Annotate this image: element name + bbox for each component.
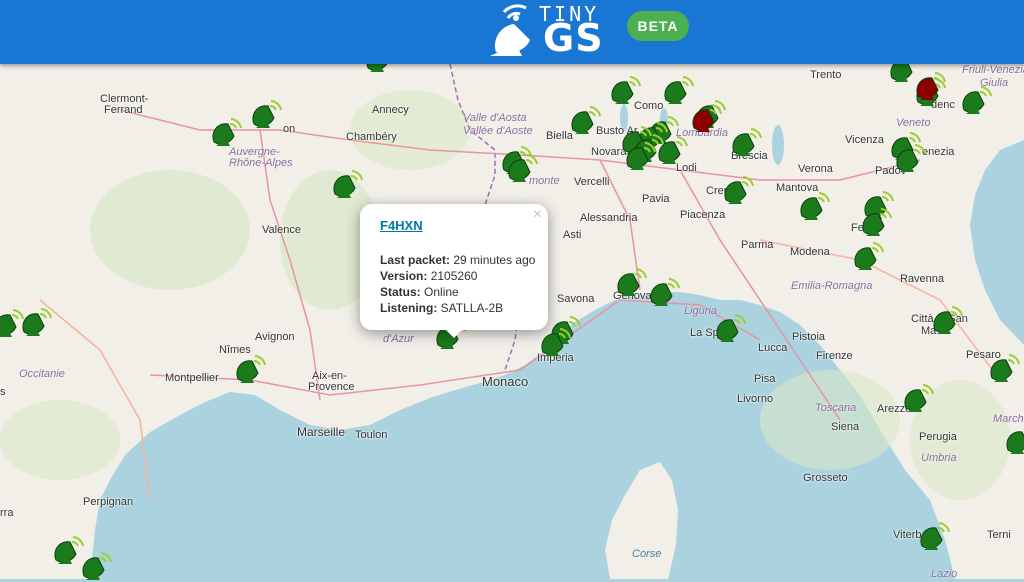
ground-station-icon[interactable]	[988, 352, 1020, 384]
ground-station-icon[interactable]	[609, 74, 641, 106]
map-label-alessandria: Alessandria	[580, 212, 638, 224]
logo-gs-text: GS	[543, 16, 604, 60]
ground-station-icon[interactable]	[331, 168, 363, 200]
ground-station-icon[interactable]	[894, 142, 926, 174]
map-label-vallee-daoste: Vallée d'Aoste	[463, 125, 533, 137]
map-label-vicenza: Vicenza	[845, 134, 884, 146]
map-label-rhone-alpes: Rhône-Alpes	[229, 157, 293, 169]
popup-tip	[444, 328, 464, 338]
map-label-lazio: Lazio	[931, 568, 958, 580]
map-label-occitanie: Occitanie	[19, 368, 65, 380]
map-label-valle-daosta: Valle d'Aosta	[463, 112, 527, 124]
map-label-perpignan: Perpignan	[83, 496, 134, 508]
map-label-friuli: Friuli-Venezia	[962, 64, 1024, 76]
map-label-modena: Modena	[790, 246, 830, 258]
map-label-pavia: Pavia	[642, 193, 670, 205]
ground-station-offline-icon[interactable]	[690, 102, 722, 134]
map-label-montpellier: Montpellier	[165, 372, 219, 384]
ground-station-icon[interactable]	[1004, 424, 1024, 456]
map-label-valence: Valence	[262, 224, 301, 236]
ground-station-icon[interactable]	[730, 126, 762, 158]
ground-station-icon[interactable]	[624, 140, 656, 172]
map-label-annecy: Annecy	[372, 104, 409, 116]
map-label-emilia-romagna: Emilia-Romagna	[791, 280, 873, 292]
last-packet-row: Last packet: 29 minutes ago	[380, 252, 535, 268]
map-label-terni: Terni	[987, 529, 1011, 541]
map-label-piacenza: Piacenza	[680, 209, 726, 221]
last-packet-label: Last packet:	[380, 253, 451, 267]
ground-station-icon[interactable]	[506, 152, 538, 184]
map-label-dazur: d'Azur	[383, 333, 414, 345]
map-label-siena: Siena	[831, 421, 860, 433]
map-label-lucca: Lucca	[758, 342, 788, 354]
status-row: Status: Online	[380, 284, 535, 300]
map-label-ravenna: Ravenna	[900, 273, 945, 285]
popup-close-icon[interactable]: ×	[533, 206, 542, 224]
ground-station-icon[interactable]	[210, 116, 242, 148]
status-label: Status:	[380, 285, 421, 299]
ground-station-icon[interactable]	[234, 353, 266, 385]
popup-details: Last packet: 29 minutes ago Version: 210…	[380, 252, 535, 316]
ground-station-icon[interactable]	[931, 304, 963, 336]
map-label-monaco: Monaco	[482, 374, 529, 389]
ground-station-offline-icon[interactable]	[914, 70, 946, 102]
map-label-marseille: Marseille	[297, 425, 346, 439]
map-label-verona: Verona	[798, 163, 833, 175]
ground-station-icon[interactable]	[656, 134, 688, 166]
ground-station-icon[interactable]	[918, 520, 950, 552]
station-popup: × F4HXN Last packet: 29 minutes ago Vers…	[360, 204, 548, 330]
map-label-veneto: Veneto	[896, 117, 931, 129]
listening-row: Listening: SATLLA-2B	[380, 300, 535, 316]
listening-value: SATLLA-2B	[440, 301, 504, 315]
map-label-liguria: Liguria	[684, 305, 718, 317]
ground-station-icon[interactable]	[960, 84, 992, 116]
map-label-chambery: Chambéry	[346, 131, 397, 143]
ground-station-icon[interactable]	[648, 276, 680, 308]
map-label-umbria: Umbria	[921, 452, 957, 464]
ground-station-icon[interactable]	[902, 382, 934, 414]
map-label-partial: rra	[0, 507, 14, 519]
map-label-savona: Savona	[557, 293, 595, 305]
ground-station-icon[interactable]	[722, 174, 754, 206]
ground-station-icon[interactable]	[80, 550, 112, 582]
map-label-parma: Parma	[741, 239, 774, 251]
listening-label: Listening:	[380, 301, 438, 315]
ground-station-icon[interactable]	[539, 326, 571, 358]
ground-station-icon[interactable]	[250, 98, 282, 130]
map-label-provence: Provence	[308, 381, 355, 393]
version-row: Version: 2105260	[380, 268, 535, 284]
station-name-link[interactable]: F4HXN	[380, 218, 423, 233]
map-label-ferrand: Ferrand	[104, 104, 143, 116]
top-header: TINY GS BETA	[0, 0, 1024, 64]
map-label-partial-2: s	[0, 386, 6, 398]
ground-station-icon[interactable]	[569, 104, 601, 136]
map-label-asti: Asti	[563, 229, 582, 241]
map-label-pistoia: Pistoia	[792, 331, 826, 343]
map-label-livorno: Livorno	[737, 393, 774, 405]
map-label-venezia: enezia	[922, 146, 955, 158]
version-value: 2105260	[430, 269, 478, 283]
ground-station-icon[interactable]	[714, 312, 746, 344]
map-label-avignon: Avignon	[255, 331, 295, 343]
beta-badge: BETA	[627, 11, 689, 41]
ground-station-icon[interactable]	[20, 306, 52, 338]
ground-station-icon[interactable]	[615, 266, 647, 298]
status-value: Online	[424, 285, 459, 299]
ground-station-icon[interactable]	[798, 190, 830, 222]
map-label-corse: Corse	[632, 548, 662, 560]
ground-station-icon[interactable]	[860, 206, 892, 238]
map-label-grosseto: Grosseto	[803, 472, 848, 484]
map-label-toulon: Toulon	[355, 429, 388, 441]
version-label: Version:	[380, 269, 428, 283]
map-label-perugia: Perugia	[919, 431, 957, 443]
map-label-pisa: Pisa	[754, 373, 776, 385]
ground-station-icon[interactable]	[852, 240, 884, 272]
map-label-firenze: Firenze	[816, 350, 853, 362]
map-label-vercelli: Vercelli	[574, 176, 610, 188]
map-label-trento: Trento	[810, 69, 842, 81]
map-label-toscana: Toscana	[815, 402, 857, 414]
map-label-lyon: on	[283, 123, 296, 135]
last-packet-value: 29 minutes ago	[453, 253, 536, 267]
